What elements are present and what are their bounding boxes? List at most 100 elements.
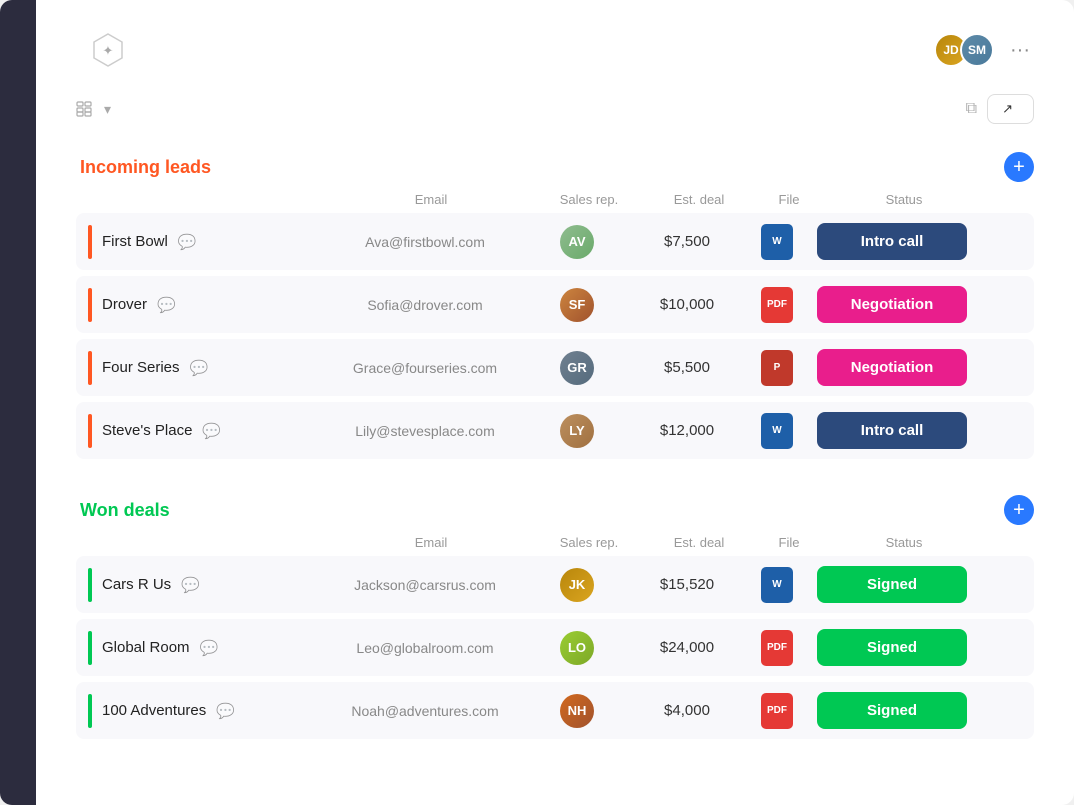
status-badge[interactable]: Intro call (817, 412, 967, 449)
row-file-cell: W (742, 413, 812, 449)
row-email-cell: Leo@globalroom.com (328, 640, 522, 656)
section-incoming: Incoming leads+EmailSales rep.Est. dealF… (76, 152, 1034, 459)
svg-text:✦: ✦ (103, 43, 114, 58)
status-badge[interactable]: Signed (817, 692, 967, 729)
row-name-cell: Cars R Us 💬 (88, 568, 328, 602)
row-file-cell: W (742, 224, 812, 260)
column-header: File (754, 535, 824, 550)
file-badge[interactable]: PDF (761, 693, 793, 729)
add-row-button[interactable]: + (1004, 495, 1034, 525)
row-name-cell: Four Series 💬 (88, 351, 328, 385)
chat-icon[interactable]: 💬 (178, 233, 197, 251)
table-body: First Bowl💬Ava@firstbowl.comAV$7,500WInt… (76, 213, 1034, 459)
column-headers: EmailSales rep.Est. dealFileStatus (76, 535, 1034, 556)
status-badge[interactable]: Signed (817, 566, 967, 603)
status-bar (88, 225, 92, 259)
chat-icon[interactable]: 💬 (181, 576, 200, 594)
table-row[interactable]: Global Room 💬 Leo@globalroom.com LO $24,000 P… (76, 619, 1034, 676)
row-email-cell: Ava@firstbowl.com (328, 234, 522, 250)
row-email-cell: Jackson@carsrus.com (328, 577, 522, 593)
view-switcher[interactable]: ▾ (76, 101, 111, 118)
section-header-row: Incoming leads + (76, 152, 1034, 182)
file-badge[interactable]: W (761, 224, 793, 260)
row-file-cell: W (742, 567, 812, 603)
rep-avatar: SF (560, 288, 594, 322)
row-name-cell: Global Room 💬 (88, 631, 328, 665)
company-name: 100 Adventures (102, 702, 206, 719)
rep-avatar: JK (560, 568, 594, 602)
file-badge[interactable]: P (761, 350, 793, 386)
row-name-cell: Steve's Place 💬 (88, 414, 328, 448)
chat-icon[interactable]: 💬 (202, 422, 221, 440)
add-row-button[interactable]: + (1004, 152, 1034, 182)
table-row[interactable]: Drover💬Sofia@drover.comSF$10,000PDFNegot… (76, 276, 1034, 333)
company-name: Cars R Us (102, 576, 171, 593)
status-badge[interactable]: Negotiation (817, 349, 967, 386)
row-rep-cell: JK (522, 568, 632, 602)
column-headers: EmailSales rep.Est. dealFileStatus (76, 192, 1034, 213)
column-header: Est. deal (644, 192, 754, 207)
table-row[interactable]: 100 Adventures💬Noah@adventures.comNH$4,0… (76, 682, 1034, 739)
status-bar (88, 288, 92, 322)
rep-avatar: LO (560, 631, 594, 665)
row-rep-cell: NH (522, 694, 632, 728)
status-badge[interactable]: Signed (817, 629, 967, 666)
table-icon (76, 101, 92, 117)
sections-container: Incoming leads+EmailSales rep.Est. dealF… (76, 152, 1034, 739)
column-header: Status (824, 535, 984, 550)
status-bar (88, 694, 92, 728)
row-status-cell: Signed (812, 692, 972, 729)
chevron-down-icon: ▾ (104, 101, 111, 118)
section-won: Won deals + EmailSales rep.Est. dealFileSt… (76, 495, 1034, 739)
row-status-cell: Intro call (812, 223, 972, 260)
status-bar (88, 631, 92, 665)
more-options-button[interactable]: ··· (1006, 35, 1034, 66)
header-right: JD SM ··· (934, 33, 1034, 67)
row-deal-cell: $12,000 (632, 422, 742, 439)
column-header: Email (328, 192, 534, 207)
row-status-cell: Negotiation (812, 349, 972, 386)
status-badge[interactable]: Negotiation (817, 286, 967, 323)
row-status-cell: Signed (812, 566, 972, 603)
company-name: Steve's Place (102, 422, 192, 439)
chat-icon[interactable]: 💬 (216, 702, 235, 720)
filter-icon: ⧉ (966, 100, 977, 118)
status-badge[interactable]: Intro call (817, 223, 967, 260)
chat-icon[interactable]: 💬 (157, 296, 176, 314)
file-badge[interactable]: PDF (761, 287, 793, 323)
toolbar: ▾ ⧉ ↗ (76, 94, 1034, 124)
status-bar (88, 351, 92, 385)
column-header: Sales rep. (534, 535, 644, 550)
row-email-cell: Lily@stevesplace.com (328, 423, 522, 439)
section-title: Incoming leads (80, 157, 211, 178)
file-badge[interactable]: W (761, 413, 793, 449)
row-email-cell: Grace@fourseries.com (328, 360, 522, 376)
column-header: Sales rep. (534, 192, 644, 207)
chat-icon[interactable]: 💬 (190, 359, 209, 377)
page-header: ✦ JD SM ··· (76, 30, 1034, 70)
column-header: Email (328, 535, 534, 550)
row-rep-cell: LO (522, 631, 632, 665)
table-row[interactable]: Four Series💬Grace@fourseries.comGR$5,500… (76, 339, 1034, 396)
row-deal-cell: $24,000 (632, 639, 742, 656)
company-name: Four Series (102, 359, 180, 376)
file-badge[interactable]: W (761, 567, 793, 603)
app-window: ✦ JD SM ··· (0, 0, 1074, 805)
company-name: Global Room (102, 639, 190, 656)
chat-icon[interactable]: 💬 (200, 639, 219, 657)
file-badge[interactable]: PDF (761, 630, 793, 666)
table-row[interactable]: Cars R Us💬Jackson@carsrus.comJK$15,520WS… (76, 556, 1034, 613)
row-rep-cell: SF (522, 288, 632, 322)
user-avatars: JD SM (934, 33, 994, 67)
section-title: Won deals (80, 500, 170, 521)
section-header-row: Won deals + (76, 495, 1034, 525)
rep-avatar: GR (560, 351, 594, 385)
row-status-cell: Intro call (812, 412, 972, 449)
row-rep-cell: GR (522, 351, 632, 385)
column-header: Status (824, 192, 984, 207)
table-row[interactable]: Steve's Place💬Lily@stevesplace.comLY$12,… (76, 402, 1034, 459)
hex-icon: ✦ (88, 30, 128, 70)
row-deal-cell: $10,000 (632, 296, 742, 313)
share-button[interactable]: ↗ (987, 94, 1034, 124)
table-row[interactable]: First Bowl💬Ava@firstbowl.comAV$7,500WInt… (76, 213, 1034, 270)
